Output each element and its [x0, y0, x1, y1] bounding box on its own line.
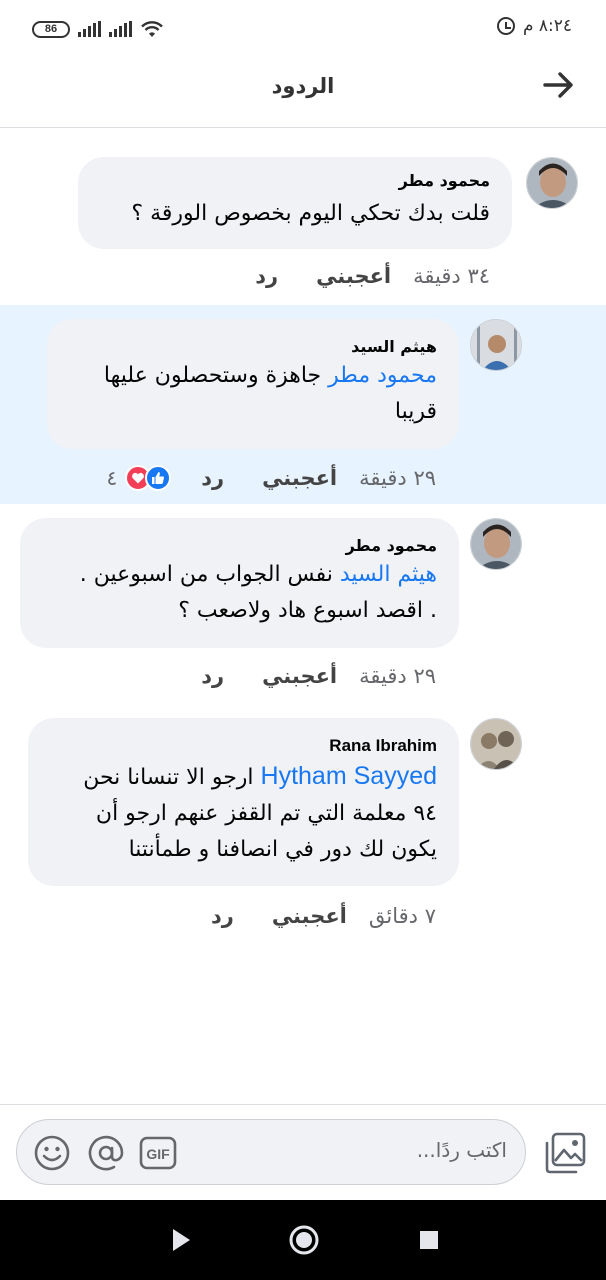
comment-author[interactable]: Rana Ibrahim: [50, 736, 437, 756]
status-time: ٨:٢٤ م: [522, 16, 572, 36]
mention-link[interactable]: هيثم السيد: [340, 562, 437, 587]
signal-icon: [109, 21, 132, 37]
comment-text-line: ٩٤ معلمة التي تم القفز عنهم ارجو أن: [95, 801, 437, 826]
status-bar: 86 ٨:٢٤ م: [0, 0, 606, 56]
nav-home-icon[interactable]: [288, 1224, 320, 1256]
like-button[interactable]: أعجبني: [262, 466, 337, 490]
comment-bubble[interactable]: هيثم السيد محمود مطر جاهزة وستحصلون عليه…: [47, 319, 459, 449]
like-reaction-icon: [145, 465, 172, 491]
comment-text-line: جاهزة وستحصلون عليها: [103, 363, 329, 388]
comment-text-line: ارجو الا تنسانا نحن: [83, 765, 261, 790]
reaction-count: ٤: [106, 466, 118, 490]
header: الردود: [0, 56, 606, 128]
comment-3: محمود مطر هيثم السيد نفس الجواب من اسبوع…: [0, 504, 606, 704]
alarm-icon: [496, 17, 515, 35]
wifi-icon: [141, 21, 163, 37]
nav-back-icon[interactable]: [168, 1226, 194, 1254]
comment-time: ٣٤ دقيقة: [413, 264, 490, 288]
comment-text: Hytham Sayyed ارجو الا تنسانا نحن: [50, 758, 437, 796]
like-button[interactable]: أعجبني: [316, 264, 391, 288]
signal-icon: [78, 21, 101, 37]
comment-text: هيثم السيد نفس الجواب من اسبوعين .: [42, 557, 437, 593]
reply-button[interactable]: رد: [211, 904, 234, 928]
comment-text-line: . اقصد اسبوع هاد ولاصعب ؟: [178, 598, 437, 623]
emoji-icon[interactable]: [33, 1134, 71, 1172]
avatar[interactable]: [470, 718, 522, 770]
avatar[interactable]: [526, 157, 578, 209]
reply-composer: اكتب ردًا... GIF: [0, 1104, 606, 1200]
status-icons-right: ٨:٢٤ م: [496, 16, 572, 36]
reply-button[interactable]: رد: [255, 264, 278, 288]
system-navigation-bar: [0, 1200, 606, 1280]
like-button[interactable]: أعجبني: [272, 904, 347, 928]
photo-icon[interactable]: [543, 1131, 587, 1175]
reply-input[interactable]: اكتب ردًا... GIF: [16, 1119, 526, 1185]
status-icons-left: 86: [32, 18, 164, 40]
comment-meta: ٧ دقائق أعجبني رد: [211, 904, 436, 928]
comment-time: ٧ دقائق: [368, 904, 436, 928]
gif-icon[interactable]: GIF: [139, 1134, 177, 1172]
comment-meta: ٢٩ دقيقة أعجبني رد: [201, 664, 436, 688]
comment-4: Rana Ibrahim Hytham Sayyed ارجو الا تنسا…: [0, 704, 606, 944]
mention-link[interactable]: محمود مطر: [328, 363, 437, 388]
comment-bubble[interactable]: محمود مطر هيثم السيد نفس الجواب من اسبوع…: [20, 518, 459, 648]
comment-bubble[interactable]: محمود مطر قلت بدك تحكي اليوم بخصوص الورق…: [78, 157, 512, 249]
comment-time: ٢٩ دقيقة: [359, 466, 436, 490]
comment-meta: ٣٤ دقيقة أعجبني رد: [255, 264, 490, 288]
comment-2: هيثم السيد محمود مطر جاهزة وستحصلون عليه…: [0, 305, 606, 504]
comment-text-line: قريبا: [394, 399, 437, 424]
reaction-summary[interactable]: ٤: [106, 465, 172, 491]
page-title: الردود: [271, 74, 335, 98]
avatar[interactable]: [470, 518, 522, 570]
comment-text: قلت بدك تحكي اليوم بخصوص الورقة ؟: [131, 201, 490, 226]
comment-bubble[interactable]: Rana Ibrahim Hytham Sayyed ارجو الا تنسا…: [28, 718, 459, 886]
comment-meta: ٢٩ دقيقة أعجبني رد ٤: [106, 465, 436, 491]
reply-button[interactable]: رد: [201, 664, 224, 688]
comment-1: محمود مطر قلت بدك تحكي اليوم بخصوص الورق…: [0, 128, 606, 305]
battery-level: 86: [44, 23, 58, 35]
avatar[interactable]: [470, 319, 522, 371]
comment-author[interactable]: هيثم السيد: [69, 337, 437, 356]
comment-author[interactable]: محمود مطر: [100, 171, 490, 190]
comment-time: ٢٩ دقيقة: [359, 664, 436, 688]
nav-recents-icon[interactable]: [419, 1230, 439, 1250]
battery-icon: 86: [32, 20, 70, 38]
reply-input-placeholder: اكتب ردًا...: [416, 1138, 507, 1162]
reply-button[interactable]: رد: [201, 466, 224, 490]
mention-icon[interactable]: [87, 1134, 125, 1172]
mention-link[interactable]: Hytham Sayyed: [261, 762, 437, 790]
comment-text: محمود مطر جاهزة وستحصلون عليها: [69, 358, 437, 394]
svg-text:GIF: GIF: [146, 1146, 170, 1162]
like-button[interactable]: أعجبني: [262, 664, 337, 688]
comment-author[interactable]: محمود مطر: [42, 536, 437, 555]
comment-text-line: نفس الجواب من اسبوعين .: [79, 562, 340, 587]
back-arrow-icon[interactable]: [542, 70, 576, 100]
comment-text-line: يكون لك دور في انصافنا و طمأنتنا: [128, 837, 437, 862]
